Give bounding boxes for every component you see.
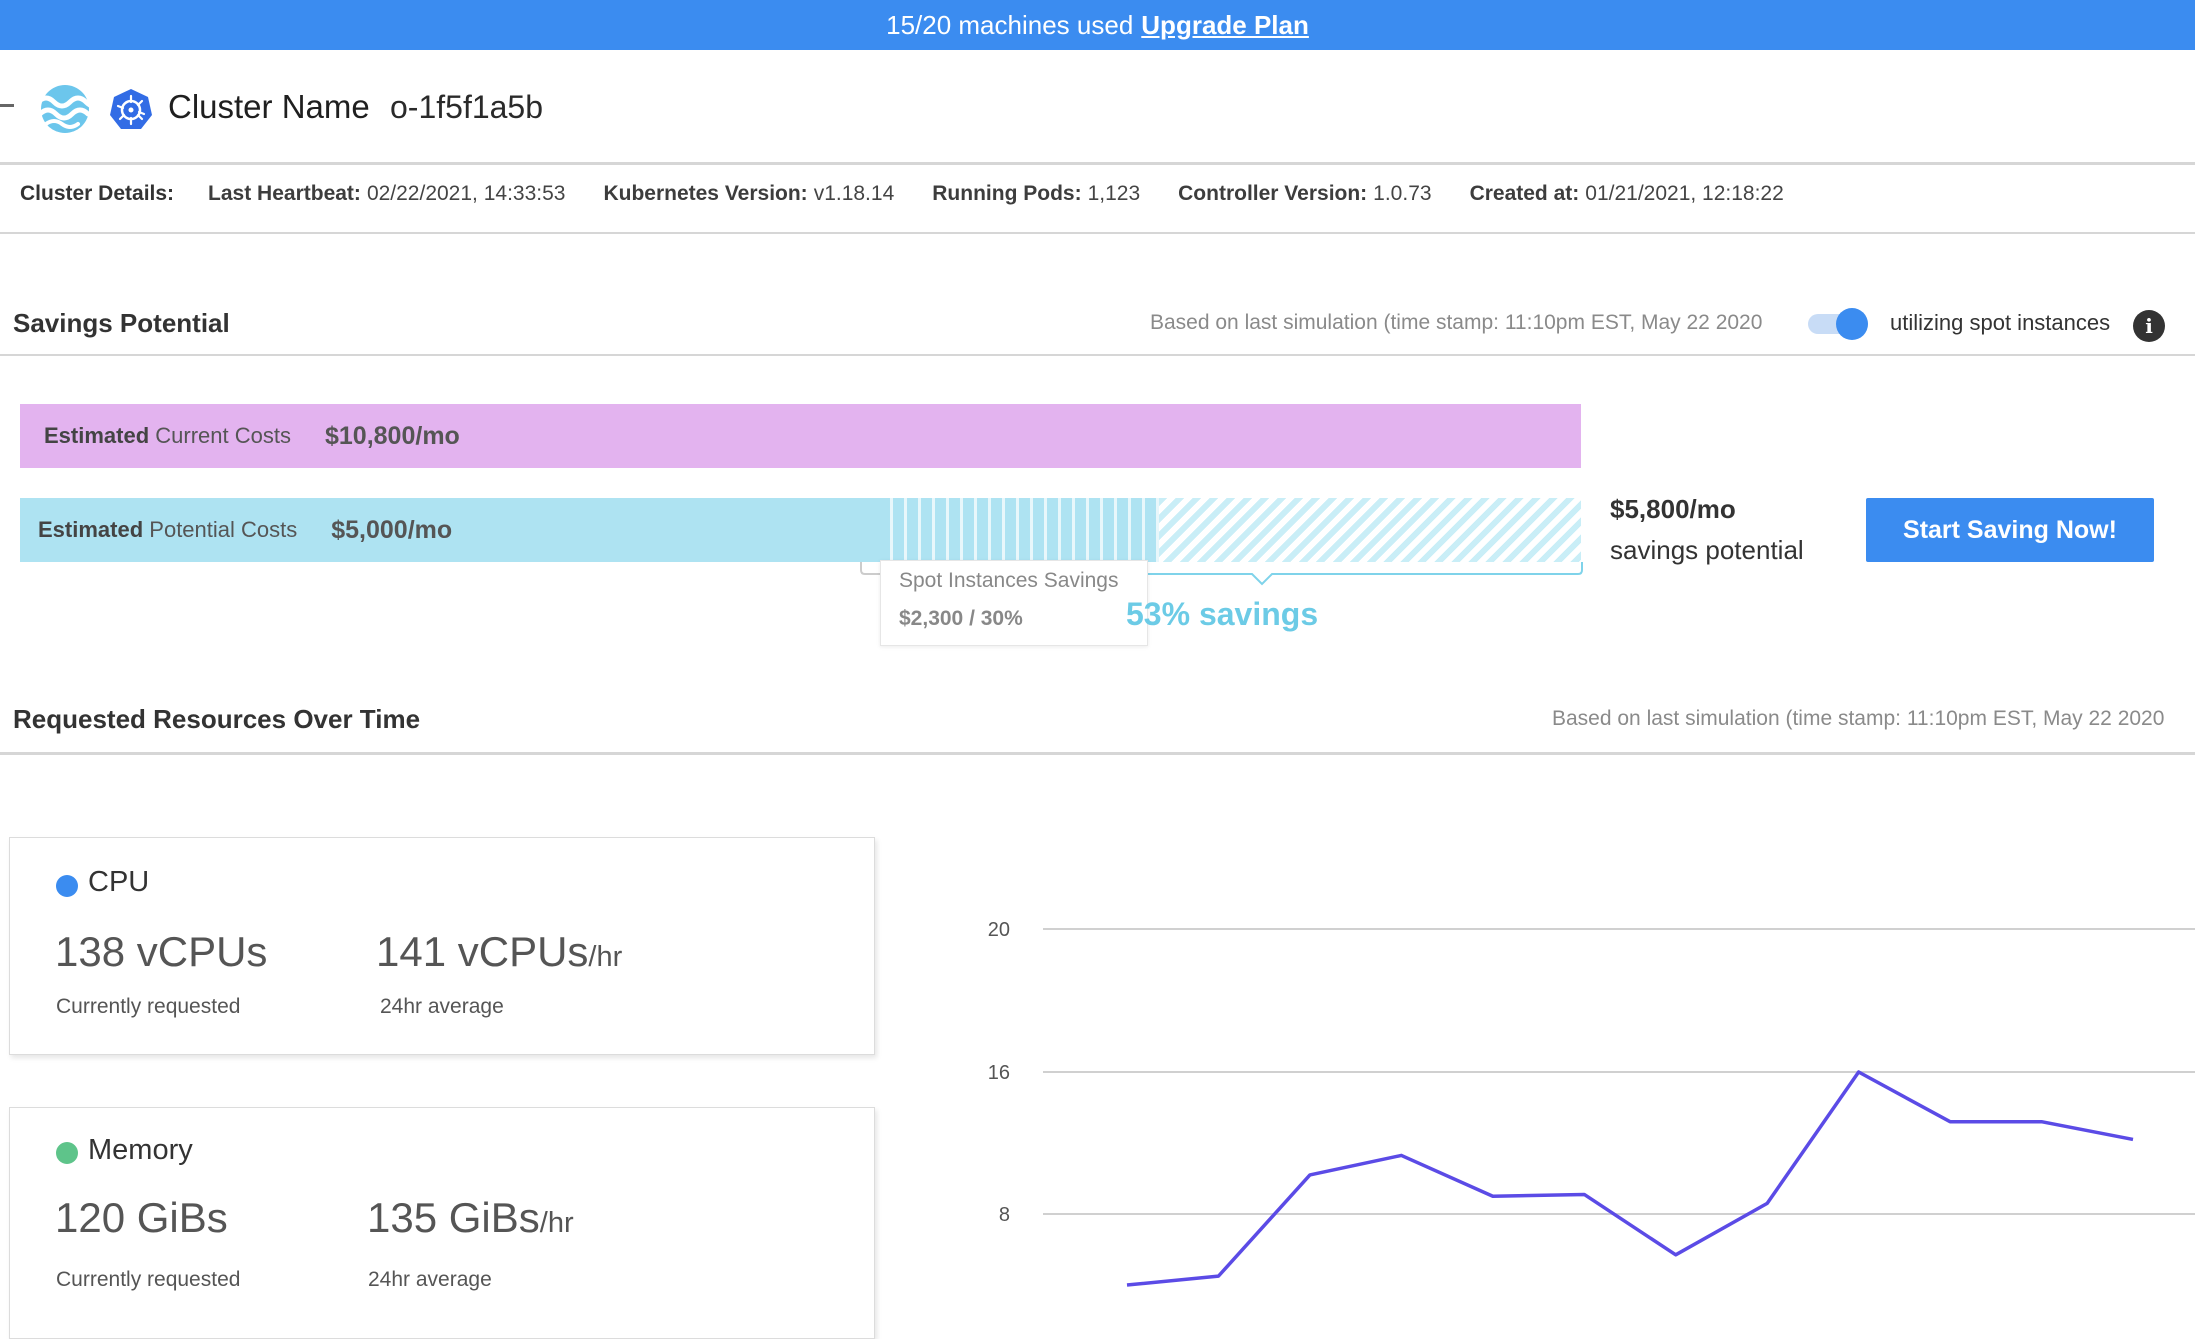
cpu-legend-dot — [56, 875, 78, 897]
memory-average: 135 GiBs/hr — [367, 1194, 574, 1242]
info-icon[interactable]: i — [2133, 310, 2165, 342]
series-line — [1127, 1072, 2133, 1285]
spot-savings-segment[interactable] — [879, 498, 1159, 562]
kubernetes-icon — [110, 88, 152, 130]
divider — [0, 162, 2195, 165]
y-tick-label: 16 — [988, 1062, 1010, 1084]
detail-created-at: Created at:01/21/2021, 12:18:22 — [1470, 182, 1784, 206]
memory-title: Memory — [88, 1134, 193, 1167]
cpu-average-label: 24hr average — [380, 995, 504, 1019]
memory-current-label: Currently requested — [56, 1268, 240, 1292]
upgrade-plan-link[interactable]: Upgrade Plan — [1141, 10, 1309, 41]
y-tick-label: 20 — [988, 919, 1010, 941]
cluster-details: Cluster Details: Last Heartbeat:02/22/20… — [20, 182, 1822, 206]
memory-card: Memory 120 GiBs 135 GiBs/hr Currently re… — [9, 1107, 875, 1339]
usage-text: 15/20 machines used — [886, 10, 1133, 41]
usage-banner: 15/20 machines used Upgrade Plan — [0, 0, 2195, 50]
memory-legend-dot — [56, 1142, 78, 1164]
detail-running-pods: Running Pods:1,123 — [932, 182, 1140, 206]
detail-last-heartbeat: Last Heartbeat:02/22/2021, 14:33:53 — [208, 182, 565, 206]
resources-chart: 20 16 8 — [940, 880, 2195, 1316]
spot-instances-toggle[interactable] — [1808, 308, 1872, 338]
savings-title: Savings Potential — [13, 308, 230, 339]
resources-simulation-note: Based on last simulation (time stamp: 11… — [1552, 707, 2164, 731]
spot-instances-toggle-label: utilizing spot instances — [1890, 310, 2110, 336]
divider — [0, 232, 2195, 234]
app-logo-icon — [34, 84, 96, 134]
percent-savings: 53% savings — [1126, 596, 1318, 633]
spot-savings-tooltip: Spot Instances Savings $2,300 / 30% — [880, 560, 1148, 646]
cpu-card: CPU 138 vCPUs 141 vCPUs/hr Currently req… — [9, 837, 875, 1055]
memory-current-value: 120 GiBs — [55, 1194, 228, 1242]
cluster-details-label: Cluster Details: — [20, 182, 174, 206]
cluster-id: o-1f5f1a5b — [390, 89, 543, 126]
memory-average-label: 24hr average — [368, 1268, 492, 1292]
divider — [0, 752, 2195, 755]
potential-costs-label: Estimated Potential Costs — [38, 517, 297, 543]
savings-potential-amount: $5,800/mo — [1610, 494, 1736, 525]
current-costs-label: Estimated Current Costs — [44, 423, 291, 449]
cpu-current-value: 138 vCPUs — [55, 928, 267, 976]
detail-kubernetes-version: Kubernetes Version:v1.18.14 — [603, 182, 894, 206]
y-tick-label: 8 — [999, 1204, 1010, 1226]
savings-segment — [1159, 498, 1581, 562]
toggle-knob — [1836, 308, 1868, 340]
cpu-average: 141 vCPUs/hr — [376, 928, 622, 976]
savings-simulation-note: Based on last simulation (time stamp: 11… — [1150, 311, 1762, 335]
savings-potential-label: savings potential — [1610, 535, 1804, 566]
current-costs-amount: $10,800/mo — [325, 422, 460, 451]
current-costs-bar: Estimated Current Costs $10,800/mo — [20, 404, 1581, 468]
spot-savings-value: $2,300 / 30% — [899, 607, 1023, 631]
spot-savings-title: Spot Instances Savings — [899, 569, 1118, 593]
cpu-current-label: Currently requested — [56, 995, 240, 1019]
cluster-name-label: Cluster Name — [168, 88, 370, 126]
detail-controller-version: Controller Version:1.0.73 — [1178, 182, 1431, 206]
start-saving-button[interactable]: Start Saving Now! — [1866, 498, 2154, 562]
resources-title: Requested Resources Over Time — [13, 704, 420, 735]
potential-costs-bar: Estimated Potential Costs $5,000/mo — [20, 498, 1581, 562]
divider — [0, 354, 2195, 356]
cpu-title: CPU — [88, 866, 149, 899]
collapse-icon[interactable] — [0, 104, 14, 107]
potential-costs-amount: $5,000/mo — [331, 516, 452, 545]
